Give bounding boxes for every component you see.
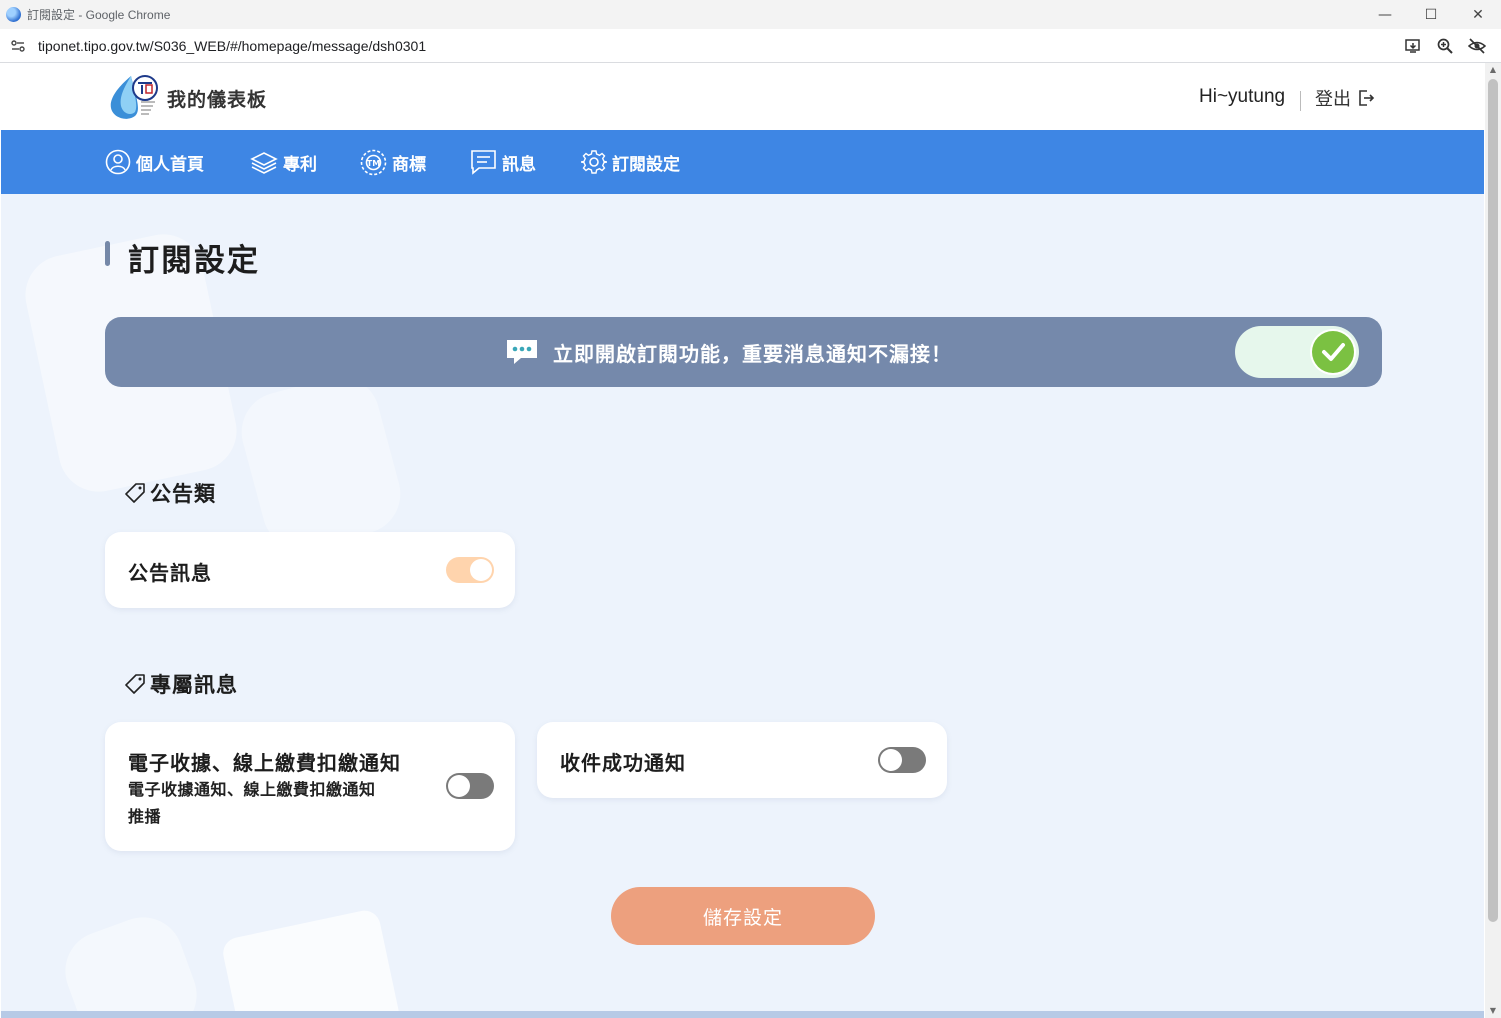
window-title: 訂閱設定 - Google Chrome bbox=[27, 6, 170, 23]
card-receipt-success: 收件成功通知 bbox=[537, 722, 947, 798]
site-header: 我的儀表板 Hi~yutung 登出 bbox=[1, 63, 1484, 130]
section-title-text: 專屬訊息 bbox=[150, 669, 238, 699]
zoom-icon[interactable] bbox=[1436, 37, 1454, 55]
page-title: 訂閱設定 bbox=[128, 235, 260, 280]
card-e-receipt: 電子收據、線上繳費扣繳通知 電子收據通知、線上繳費扣繳通知 推播 bbox=[105, 722, 515, 851]
maximize-button[interactable]: ☐ bbox=[1408, 0, 1454, 29]
toggle-knob bbox=[1310, 329, 1356, 375]
nav-item-trademark[interactable]: TM 商標 bbox=[360, 130, 426, 194]
main-nav: 個人首頁 專利 TM 商標 訊息 bbox=[1, 130, 1484, 194]
card-title: 收件成功通知 bbox=[560, 747, 686, 776]
scroll-up-arrow[interactable]: ▲ bbox=[1485, 63, 1501, 77]
install-app-icon[interactable] bbox=[1404, 37, 1422, 55]
page-scrollbar[interactable]: ▲ ▼ bbox=[1485, 63, 1501, 1018]
background-document-illustration bbox=[220, 908, 401, 1018]
receipt-success-toggle[interactable] bbox=[878, 747, 926, 773]
nav-item-message[interactable]: 訊息 bbox=[470, 130, 536, 194]
nav-item-subscription[interactable]: 訂閱設定 bbox=[581, 130, 680, 194]
section-title-text: 公告類 bbox=[150, 478, 216, 508]
address-bar: tiponet.tipo.gov.tw/S036_WEB/#/homepage/… bbox=[0, 29, 1501, 63]
master-subscription-toggle[interactable] bbox=[1235, 326, 1359, 378]
section-title-exclusive: 專屬訊息 bbox=[123, 669, 238, 699]
site-settings-icon[interactable] bbox=[10, 38, 26, 54]
close-window-button[interactable]: ✕ bbox=[1455, 0, 1501, 29]
patent-icon bbox=[250, 150, 278, 174]
card-description: 電子收據通知、線上繳費扣繳通知 bbox=[128, 776, 376, 803]
user-greeting: Hi~yutung bbox=[1199, 86, 1285, 108]
svg-text:TM: TM bbox=[367, 159, 380, 168]
banner-text: 立即開啟訂閱功能，重要消息通知不漏接！ bbox=[553, 338, 952, 367]
card-title: 電子收據、線上繳費扣繳通知 bbox=[128, 747, 401, 776]
message-icon bbox=[470, 149, 497, 175]
subscription-banner: 立即開啟訂閱功能，重要消息通知不漏接！ bbox=[105, 317, 1382, 387]
logout-button[interactable]: 登出 bbox=[1315, 85, 1375, 111]
header-divider bbox=[1300, 91, 1301, 111]
card-announcement: 公告訊息 bbox=[105, 532, 515, 608]
trademark-icon: TM bbox=[360, 149, 387, 176]
background-decoration bbox=[54, 906, 208, 1018]
nav-item-patent[interactable]: 專利 bbox=[250, 130, 317, 194]
minimize-button[interactable]: — bbox=[1362, 0, 1408, 29]
card-description: 推播 bbox=[128, 803, 161, 830]
nav-item-home[interactable]: 個人首頁 bbox=[105, 130, 204, 194]
e-receipt-toggle[interactable] bbox=[446, 773, 494, 799]
hidden-eye-icon[interactable] bbox=[1468, 37, 1486, 55]
url-field[interactable]: tiponet.tipo.gov.tw/S036_WEB/#/homepage/… bbox=[38, 38, 426, 54]
chrome-app-icon bbox=[6, 7, 21, 22]
announcement-toggle[interactable] bbox=[446, 557, 494, 583]
tipo-logo[interactable] bbox=[105, 72, 159, 122]
section-title-announcements: 公告類 bbox=[123, 478, 216, 508]
tag-icon bbox=[123, 481, 147, 505]
scroll-down-arrow[interactable]: ▼ bbox=[1485, 1004, 1501, 1018]
card-title: 公告訊息 bbox=[128, 557, 212, 586]
nav-label-trademark: 商標 bbox=[392, 150, 426, 175]
scrollbar-thumb[interactable] bbox=[1488, 79, 1498, 922]
user-icon bbox=[105, 149, 131, 175]
logout-icon bbox=[1357, 89, 1375, 107]
save-settings-button[interactable]: 儲存設定 bbox=[611, 887, 875, 945]
chat-bubble-icon bbox=[505, 338, 539, 366]
footer-strip bbox=[1, 1011, 1484, 1018]
page-title-accent bbox=[105, 241, 110, 266]
window-titlebar: 訂閱設定 - Google Chrome bbox=[0, 0, 1501, 29]
page-viewport: 我的儀表板 Hi~yutung 登出 個人首頁 bbox=[1, 63, 1484, 1018]
toggle-dot bbox=[880, 749, 902, 771]
tag-icon bbox=[123, 672, 147, 696]
nav-label-message: 訊息 bbox=[502, 150, 536, 175]
nav-label-home: 個人首頁 bbox=[136, 150, 204, 175]
dashboard-title[interactable]: 我的儀表板 bbox=[167, 85, 267, 112]
toggle-dot bbox=[448, 775, 470, 797]
background-decoration bbox=[233, 368, 410, 559]
nav-label-subscription: 訂閱設定 bbox=[612, 150, 680, 175]
logout-label: 登出 bbox=[1315, 85, 1351, 111]
toggle-dot bbox=[470, 559, 492, 581]
nav-label-patent: 專利 bbox=[283, 150, 317, 175]
check-icon bbox=[1319, 338, 1347, 366]
gear-icon bbox=[581, 149, 607, 175]
